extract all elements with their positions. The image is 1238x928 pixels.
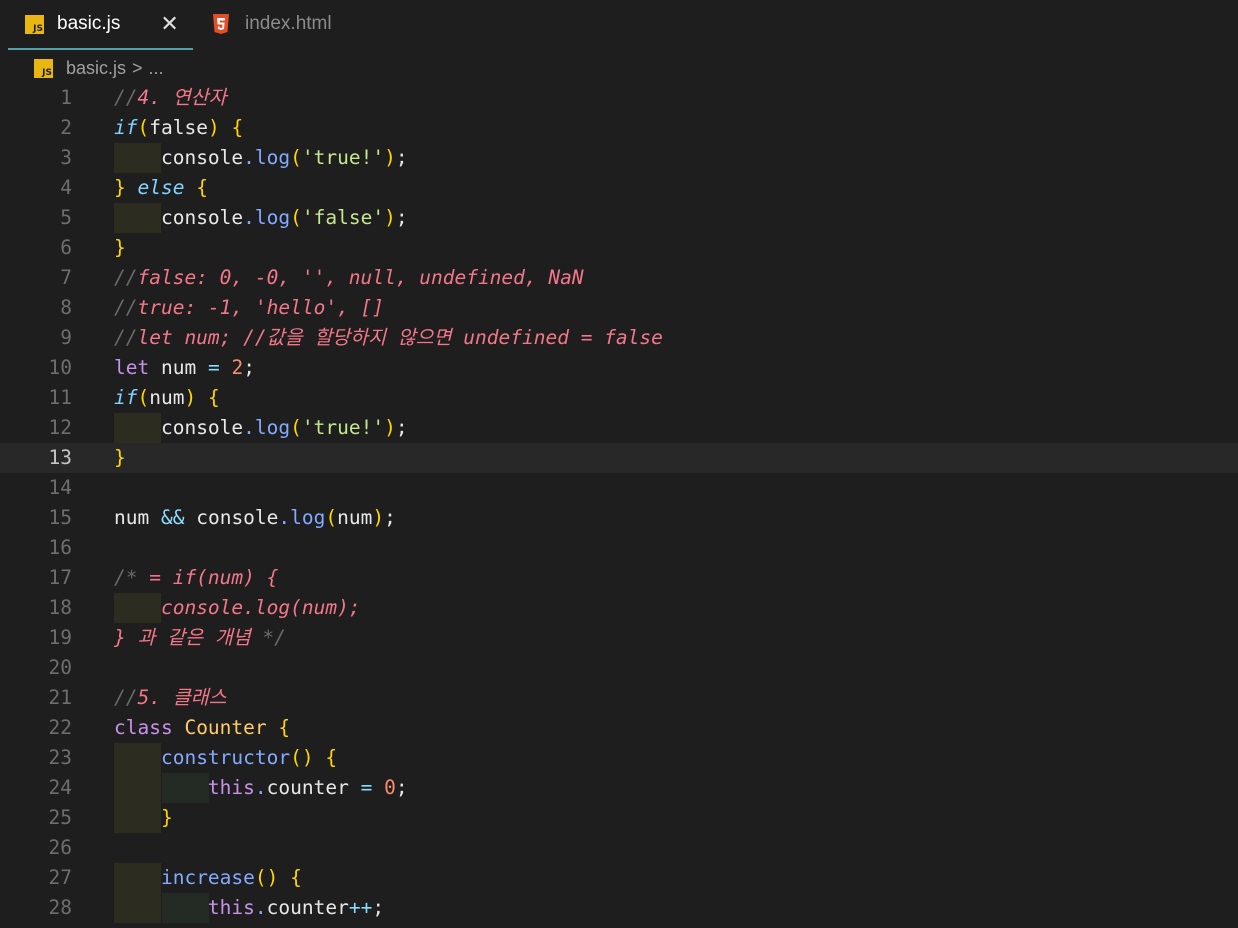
code-line[interactable]: 21 //5. 클래스 (0, 683, 1238, 713)
code-line[interactable]: 19 } 과 같은 개념 */ (0, 623, 1238, 653)
code-line[interactable]: 9 //let num; //값을 할당하지 않으면 undefined = fa… (0, 323, 1238, 353)
tab-bar: JS basic.js ✕ index.html (0, 0, 1238, 50)
close-icon[interactable]: ✕ (160, 12, 178, 37)
code-text: } (114, 446, 126, 469)
code-editor[interactable]: 1 //4. 연산자 2 if(false) { 3 console.log('true… (0, 83, 1238, 928)
code-line[interactable]: 7 //false: 0, -0, '', null, undefined, Na… (0, 263, 1238, 293)
code-line[interactable]: 22 class Counter { (0, 713, 1238, 743)
code-text: console.log(num); (160, 596, 361, 619)
code-text: this.counter++; (207, 896, 385, 919)
code-line[interactable]: 13} (0, 443, 1238, 473)
code-line[interactable]: 6} (0, 233, 1238, 263)
code-line[interactable]: 16 (0, 533, 1238, 563)
line-number: 5 (60, 206, 72, 229)
line-number: 17 (48, 566, 72, 589)
code-text: this.counter = 0; (207, 776, 408, 799)
code-line[interactable]: 18 console.log(num); (0, 593, 1238, 623)
line-number: 28 (48, 896, 72, 919)
code-text: num && console.log(num); (114, 506, 396, 529)
code-line[interactable]: 11 if(num) { (0, 383, 1238, 413)
code-text: console.log('true!'); (160, 146, 408, 169)
code-text: console.log('true!'); (160, 416, 408, 439)
code-text: //true: -1, 'hello', [] (114, 296, 385, 319)
line-number: 27 (48, 866, 72, 889)
breadcrumb: JS basic.js > ... (34, 56, 164, 80)
code-line[interactable]: 17 /* = if(num) { (0, 563, 1238, 593)
js-file-icon: JS (34, 58, 53, 78)
code-line[interactable]: 2 if(false) { (0, 113, 1238, 143)
line-number: 7 (60, 266, 72, 289)
chevron-right-icon: > (132, 57, 143, 78)
code-line[interactable]: 5 console.log('false'); (0, 203, 1238, 233)
line-number: 10 (48, 356, 72, 379)
code-line[interactable]: 25 } (0, 803, 1238, 833)
code-text: if(false) { (114, 116, 244, 139)
code-line[interactable]: 24 this.counter = 0; (0, 773, 1238, 803)
line-number: 1 (60, 86, 72, 109)
line-number: 9 (60, 326, 72, 349)
code-text: constructor() { (160, 746, 338, 769)
code-line[interactable]: 26 (0, 833, 1238, 863)
code-line[interactable]: 27 increase() { (0, 863, 1238, 893)
code-text: //4. 연산자 (114, 86, 227, 109)
line-number: 6 (60, 236, 72, 259)
line-number: 3 (60, 146, 72, 169)
code-text: if(num) { (114, 386, 220, 409)
code-text: let num = 2; (114, 356, 255, 379)
code-line[interactable]: 23 constructor() { (0, 743, 1238, 773)
code-text: increase() { (160, 866, 302, 889)
tab-basic-js[interactable]: JS basic.js ✕ (8, 0, 193, 50)
code-line[interactable]: 28 this.counter++; (0, 893, 1238, 923)
html5-file-icon (212, 13, 230, 35)
line-number: 24 (48, 776, 72, 799)
line-number: 21 (48, 686, 72, 709)
code-text: //5. 클래스 (114, 686, 227, 709)
tab-label: basic.js (57, 13, 121, 34)
code-text: class Counter { (114, 716, 291, 739)
code-text: } (114, 236, 126, 259)
code-line[interactable]: 14 (0, 473, 1238, 503)
js-file-icon: JS (25, 14, 44, 34)
line-number: 16 (48, 536, 72, 559)
tab-label: index.html (245, 13, 332, 34)
code-text: //let num; //값을 할당하지 않으면 undefined = fal… (114, 326, 663, 349)
line-number: 22 (48, 716, 72, 739)
line-number: 14 (48, 476, 72, 499)
code-line[interactable]: 4 } else { (0, 173, 1238, 203)
line-number: 18 (48, 596, 72, 619)
line-number: 15 (48, 506, 72, 529)
line-number: 8 (60, 296, 72, 319)
breadcrumb-more[interactable]: ... (149, 58, 164, 79)
code-line[interactable]: 10 let num = 2; (0, 353, 1238, 383)
line-number: 20 (48, 656, 72, 679)
code-line[interactable]: 20 (0, 653, 1238, 683)
code-text: } else { (114, 176, 208, 199)
line-number: 4 (60, 176, 72, 199)
line-number: 25 (48, 806, 72, 829)
code-line[interactable]: 12 console.log('true!'); (0, 413, 1238, 443)
line-number: 23 (48, 746, 72, 769)
code-text: } (160, 806, 173, 829)
code-text: } 과 같은 개념 */ (114, 626, 286, 649)
tab-index-html[interactable]: index.html (212, 0, 332, 48)
line-number: 13 (48, 446, 72, 469)
code-line[interactable]: 8 //true: -1, 'hello', [] (0, 293, 1238, 323)
breadcrumb-file[interactable]: basic.js (66, 58, 126, 79)
line-number: 11 (48, 386, 72, 409)
code-text: /* = if(num) { (114, 566, 279, 589)
code-line[interactable]: 1 //4. 연산자 (0, 83, 1238, 113)
line-number: 19 (48, 626, 72, 649)
code-line[interactable]: 3 console.log('true!'); (0, 143, 1238, 173)
code-line[interactable]: 15 num && console.log(num); (0, 503, 1238, 533)
code-text: console.log('false'); (160, 206, 408, 229)
line-number: 2 (60, 116, 72, 139)
code-text: //false: 0, -0, '', null, undefined, NaN (114, 266, 584, 289)
line-number: 12 (48, 416, 72, 439)
line-number: 26 (48, 836, 72, 859)
